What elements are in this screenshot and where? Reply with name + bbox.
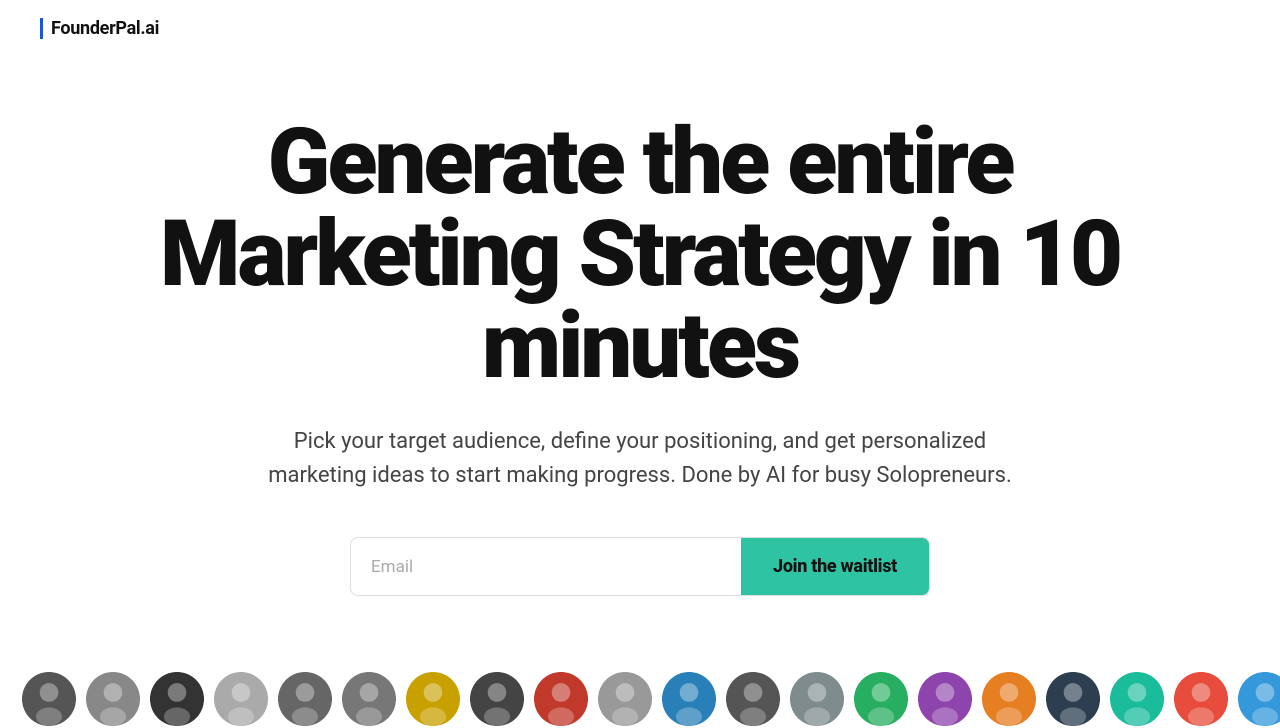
hero-headline: Generate the entire Marketing Strategy i…	[80, 117, 1200, 393]
header: FounderPal.ai	[0, 0, 1280, 57]
avatar	[340, 670, 398, 728]
avatar	[660, 670, 718, 728]
avatar	[980, 670, 1038, 728]
avatar	[468, 670, 526, 728]
waitlist-button[interactable]: Join the waitlist	[741, 538, 929, 595]
avatars-section	[0, 670, 1280, 728]
logo-container: FounderPal.ai	[40, 18, 159, 39]
avatar	[1172, 670, 1230, 728]
email-input[interactable]	[351, 539, 741, 595]
logo-text[interactable]: FounderPal.ai	[51, 18, 159, 39]
avatar	[404, 670, 462, 728]
cta-form: Join the waitlist	[350, 537, 930, 596]
avatar	[724, 670, 782, 728]
hero-subheadline: Pick your target audience, define your p…	[260, 425, 1020, 493]
avatar	[276, 670, 334, 728]
avatar	[532, 670, 590, 728]
avatar	[1044, 670, 1102, 728]
avatar	[148, 670, 206, 728]
avatar	[20, 670, 78, 728]
avatar	[596, 670, 654, 728]
avatar	[1236, 670, 1280, 728]
avatar	[916, 670, 974, 728]
avatar	[788, 670, 846, 728]
avatar	[852, 670, 910, 728]
hero-section: Generate the entire Marketing Strategy i…	[0, 57, 1280, 636]
avatar	[1108, 670, 1166, 728]
avatar	[212, 670, 270, 728]
avatar	[84, 670, 142, 728]
